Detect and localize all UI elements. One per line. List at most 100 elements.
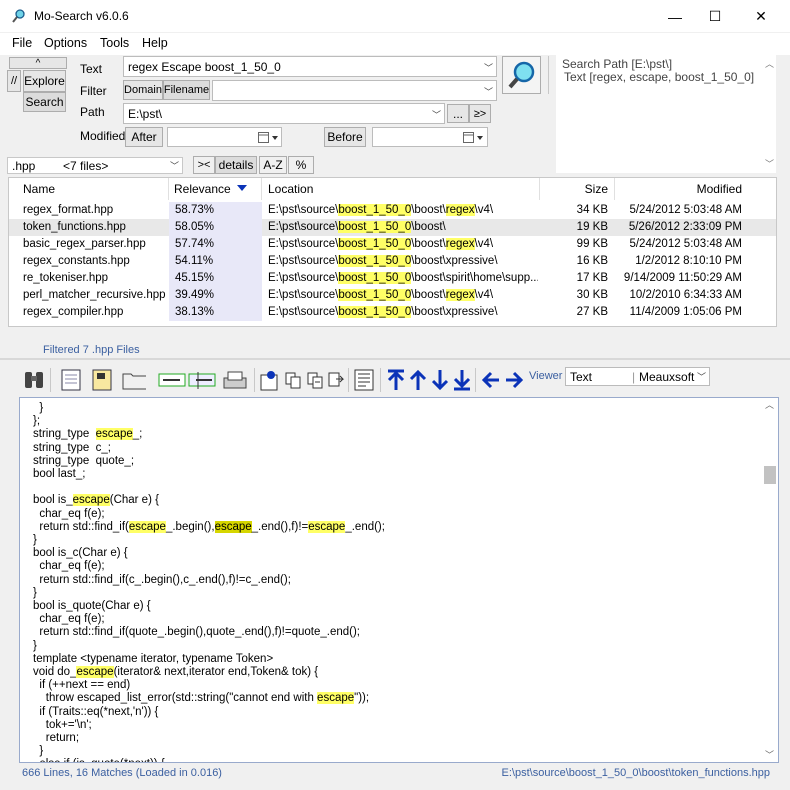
path-input[interactable]: E:\pst\ ﹀ <box>123 103 445 124</box>
back-arrow-icon[interactable] <box>479 367 503 393</box>
code-scrollbar[interactable]: ︿ ﹀ <box>762 398 778 762</box>
divider <box>475 368 476 392</box>
col-relevance[interactable]: Relevance <box>169 178 262 200</box>
chevron-down-icon[interactable]: ﹀ <box>170 159 179 172</box>
status-bar: 666 Lines, 16 Matches (Loaded in 0.016) … <box>0 764 790 790</box>
table-row[interactable]: regex_compiler.hpp 38.13% E:\pst\source\bo… <box>9 304 776 321</box>
file-modified: 5/26/2012 2:33:09 PM <box>628 221 742 233</box>
search-mode-button[interactable]: Search <box>23 92 66 112</box>
menu-bar: File Options Tools Help <box>0 33 790 55</box>
filter-input[interactable]: ﹀ <box>212 80 497 101</box>
file-size: 99 KB <box>576 238 608 250</box>
magnifier-app-icon <box>12 9 25 23</box>
divider <box>254 368 255 392</box>
file-location: E:\pst\source\boost_1_50_0\boost\regex\v… <box>268 238 494 250</box>
copy-icon[interactable] <box>281 367 305 393</box>
before-date-input[interactable] <box>372 127 488 147</box>
field-icon[interactable] <box>158 367 186 393</box>
col-size[interactable]: Size <box>540 178 615 200</box>
file-relevance: 39.49% <box>175 289 215 301</box>
table-row[interactable]: regex_format.hpp 58.73% E:\pst\source\boos… <box>9 202 776 219</box>
window-title: Mo-Search v6.0.6 <box>34 9 129 23</box>
file-location: E:\pst\source\boost_1_50_0\boost\xpressi… <box>268 255 498 267</box>
table-row[interactable]: perl_matcher_recursive.hpp 39.49% E:\pst\s… <box>9 287 776 304</box>
file-relevance: 57.74% <box>175 238 215 250</box>
file-modified: 1/2/2012 8:10:10 PM <box>635 255 742 267</box>
file-name: regex_compiler.hpp <box>23 306 124 318</box>
chevron-down-icon[interactable]: ﹀ <box>697 370 706 383</box>
filter-label: Filter <box>80 84 107 98</box>
first-match-icon[interactable] <box>384 367 408 393</box>
next-match-icon[interactable] <box>428 367 452 393</box>
file-name: basic_regex_parser.hpp <box>23 238 146 250</box>
details-button[interactable]: details <box>215 156 257 174</box>
browse-path-button[interactable]: ... <box>447 104 469 123</box>
maximize-button[interactable]: ☐ <box>692 0 738 33</box>
folder-icon[interactable] <box>122 367 146 393</box>
viewer-toolbar: Viewer Text | Meauxsoft ﹀ <box>18 364 778 396</box>
collapse-up-button[interactable]: ^ <box>9 57 67 69</box>
file-size: 19 KB <box>576 221 608 233</box>
code-viewer[interactable]: } }; string_type escape_; string_type c_… <box>19 397 779 763</box>
extension-filter-select[interactable]: .hpp <7 files> ﹀ <box>7 157 183 174</box>
filename-button[interactable]: Filename <box>163 80 210 100</box>
paste-arrow-icon[interactable] <box>324 367 348 393</box>
before-button[interactable]: Before <box>324 127 366 147</box>
file-modified: 5/24/2012 5:03:48 AM <box>629 204 742 216</box>
file-name: perl_matcher_recursive.hpp <box>23 289 166 301</box>
printer-icon[interactable] <box>222 367 248 393</box>
prev-match-icon[interactable] <box>406 367 430 393</box>
extension-value: .hpp <box>12 158 36 173</box>
file-name: regex_format.hpp <box>23 204 114 216</box>
chevron-down-icon[interactable]: ﹀ <box>484 61 493 74</box>
sort-az-button[interactable]: A-Z <box>259 156 287 174</box>
path-input-value: E:\pst\ <box>128 106 163 121</box>
insert-field-icon[interactable] <box>188 367 216 393</box>
table-row[interactable]: re_tokeniser.hpp 45.15% E:\pst\source\boos… <box>9 270 776 287</box>
last-match-icon[interactable] <box>450 367 474 393</box>
text-lines-icon[interactable] <box>352 367 376 393</box>
binoculars-icon[interactable] <box>22 367 46 393</box>
table-row[interactable]: regex_constants.hpp 54.11% E:\pst\source\b… <box>9 253 776 270</box>
domain-button[interactable]: Domain <box>123 80 163 100</box>
toggle-split-button[interactable]: >< <box>193 156 215 174</box>
summary-text: Text [regex, escape, boost_1_50_0] <box>564 70 755 84</box>
calendar-icon[interactable] <box>463 132 485 143</box>
table-row[interactable]: token_functions.hpp 58.05% E:\pst\source\b… <box>9 219 776 236</box>
file-size: 17 KB <box>576 272 608 284</box>
menu-tools[interactable]: Tools <box>100 36 129 50</box>
file-modified: 9/14/2009 11:50:29 AM <box>623 272 742 284</box>
col-relevance-label: Relevance <box>174 182 231 196</box>
col-name[interactable]: Name <box>9 178 169 200</box>
text-input[interactable]: regex Escape boost_1_50_0 ﹀ <box>123 56 497 77</box>
summary-scrollbar[interactable]: ︿ ﹀ <box>763 57 776 170</box>
table-row[interactable]: basic_regex_parser.hpp 57.74% E:\pst\sourc… <box>9 236 776 253</box>
calendar-icon[interactable] <box>258 132 280 143</box>
go-path-button[interactable]: ≥> <box>469 104 491 123</box>
splitter[interactable] <box>0 358 790 360</box>
slashes-button[interactable]: // <box>7 70 21 92</box>
highlight-pen-icon[interactable] <box>258 367 282 393</box>
chevron-down-icon[interactable]: ﹀ <box>432 108 441 121</box>
viewer-select[interactable]: Text | Meauxsoft ﹀ <box>565 367 710 386</box>
path-label: Path <box>80 105 105 119</box>
chevron-down-icon[interactable]: ﹀ <box>484 85 493 98</box>
menu-options[interactable]: Options <box>44 36 87 50</box>
menu-help[interactable]: Help <box>142 36 168 50</box>
explore-button[interactable]: Explore <box>23 70 66 92</box>
menu-file[interactable]: File <box>12 36 32 50</box>
close-button[interactable]: ✕ <box>738 0 784 33</box>
col-modified[interactable]: Modified <box>615 178 776 200</box>
file-relevance: 58.73% <box>175 204 215 216</box>
file-count: <7 files> <box>63 159 109 173</box>
sort-percent-button[interactable]: % <box>288 156 314 174</box>
search-button[interactable] <box>502 56 541 94</box>
document-icon[interactable] <box>90 367 114 393</box>
notepad-icon[interactable] <box>59 367 83 393</box>
scroll-thumb[interactable] <box>764 466 776 484</box>
after-button[interactable]: After <box>125 127 163 147</box>
col-location[interactable]: Location <box>262 178 540 200</box>
forward-arrow-icon[interactable] <box>502 367 526 393</box>
after-date-input[interactable] <box>167 127 282 147</box>
search-icon <box>507 61 534 89</box>
